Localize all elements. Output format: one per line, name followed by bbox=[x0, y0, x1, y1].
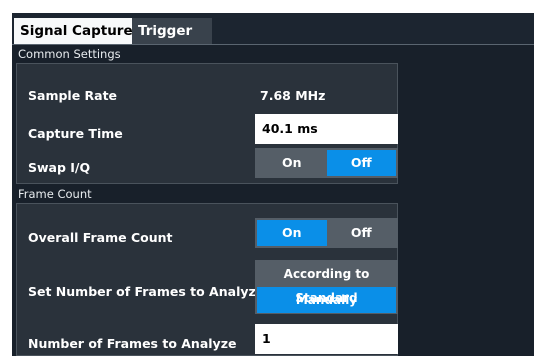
manually-option[interactable]: Manually bbox=[257, 287, 396, 313]
overall-frame-count-off-button[interactable]: Off bbox=[327, 220, 397, 246]
sample-rate-value: 7.68 MHz bbox=[260, 88, 326, 103]
swap-iq-label: Swap I/Q bbox=[28, 160, 91, 175]
overall-frame-count-toggle: On Off bbox=[255, 218, 398, 248]
swap-iq-off-button[interactable]: Off bbox=[326, 150, 396, 176]
overall-frame-count-on-button[interactable]: On bbox=[257, 220, 327, 246]
common-settings-title: Common Settings bbox=[18, 47, 121, 61]
capture-time-field[interactable]: 40.1 ms bbox=[255, 114, 398, 144]
swap-iq-toggle: On Off bbox=[255, 148, 398, 178]
tab-trigger[interactable]: Trigger bbox=[132, 18, 212, 44]
set-number-frames-label: Set Number of Frames to Analyze bbox=[28, 284, 265, 299]
swap-iq-on-button[interactable]: On bbox=[257, 150, 327, 176]
capture-time-label: Capture Time bbox=[28, 126, 123, 141]
number-frames-label: Number of Frames to Analyze bbox=[28, 336, 237, 351]
according-to-standard-option[interactable]: According to Standard bbox=[257, 262, 396, 305]
common-settings-group: Sample Rate 7.68 MHz Capture Time 40.1 m… bbox=[16, 63, 398, 184]
set-number-frames-selector: According to Standard Manually bbox=[255, 260, 398, 314]
tab-bar: Signal Capture Trigger bbox=[12, 13, 534, 45]
tab-signal-capture[interactable]: Signal Capture bbox=[14, 18, 144, 44]
sample-rate-label: Sample Rate bbox=[28, 88, 118, 103]
overall-frame-count-label: Overall Frame Count bbox=[28, 230, 173, 245]
number-frames-field[interactable]: 1 bbox=[255, 324, 398, 354]
frame-count-group: Overall Frame Count On Off Set Number of… bbox=[16, 203, 398, 356]
frame-count-title: Frame Count bbox=[18, 187, 92, 201]
dialog-panel: Signal Capture Trigger Common Settings S… bbox=[12, 13, 534, 356]
